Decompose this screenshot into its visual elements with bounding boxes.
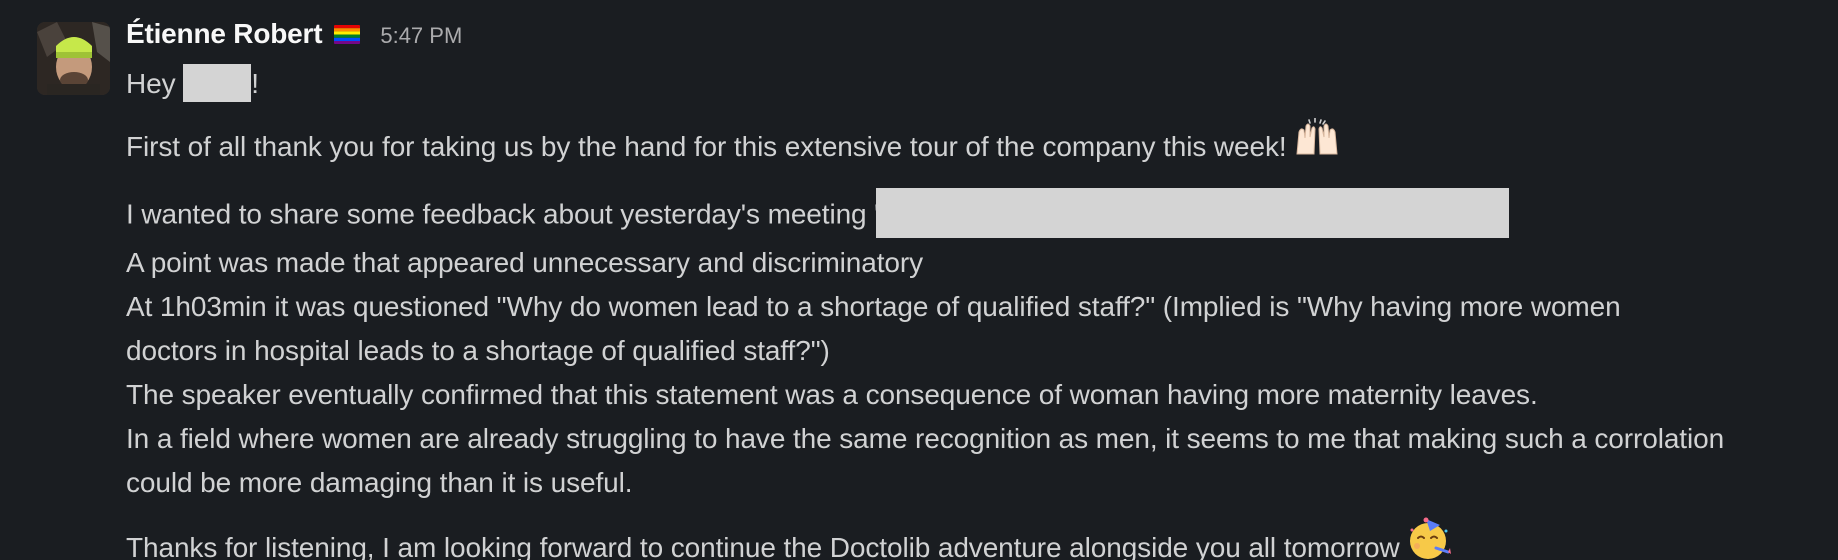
- greeting-end: !: [251, 68, 259, 99]
- message-line-field-2: could be more damaging than it is useful…: [126, 467, 633, 498]
- redacted-meeting-title: [876, 188, 1510, 238]
- avatar-image: [37, 22, 110, 95]
- message-line-question-1: At 1h03min it was questioned "Why do wom…: [126, 291, 1621, 322]
- greeting-text: Hey: [126, 68, 184, 99]
- message-line-thanks: First of all thank you for taking us by …: [126, 117, 1826, 175]
- partying-face-emoji: [1406, 517, 1452, 560]
- message-line-speaker: The speaker eventually confirmed that th…: [126, 379, 1538, 410]
- message-line-closing: Thanks for listening, I am looking forwa…: [126, 517, 1826, 560]
- message-line-question-2: doctors in hospital leads to a shortage …: [126, 335, 830, 366]
- message-body: Étienne Robert 5:47 PM Hey ! First of al…: [126, 18, 1826, 560]
- message-container: Étienne Robert 5:47 PM Hey ! First of al…: [0, 0, 1838, 560]
- redacted-name: [183, 63, 252, 102]
- avatar[interactable]: [37, 22, 110, 95]
- message-line-point: A point was made that appeared unnecessa…: [126, 247, 924, 278]
- rainbow-flag-icon: [334, 25, 361, 44]
- message-header: Étienne Robert 5:47 PM: [126, 18, 1826, 62]
- feedback-text: I wanted to share some feedback about ye…: [126, 198, 885, 230]
- raising-hands-emoji: [1293, 117, 1341, 171]
- thanks-text: First of all thank you for taking us by …: [126, 130, 1287, 162]
- message-line-feedback: I wanted to share some feedback about ye…: [126, 188, 1826, 241]
- message-line-greeting: Hey !: [126, 62, 1826, 106]
- message-timestamp[interactable]: 5:47 PM: [380, 23, 462, 49]
- message-line-field-1: In a field where women are already strug…: [126, 423, 1725, 454]
- sender-name[interactable]: Étienne Robert: [126, 18, 323, 50]
- closing-text: Thanks for listening, I am looking forwa…: [126, 531, 1400, 560]
